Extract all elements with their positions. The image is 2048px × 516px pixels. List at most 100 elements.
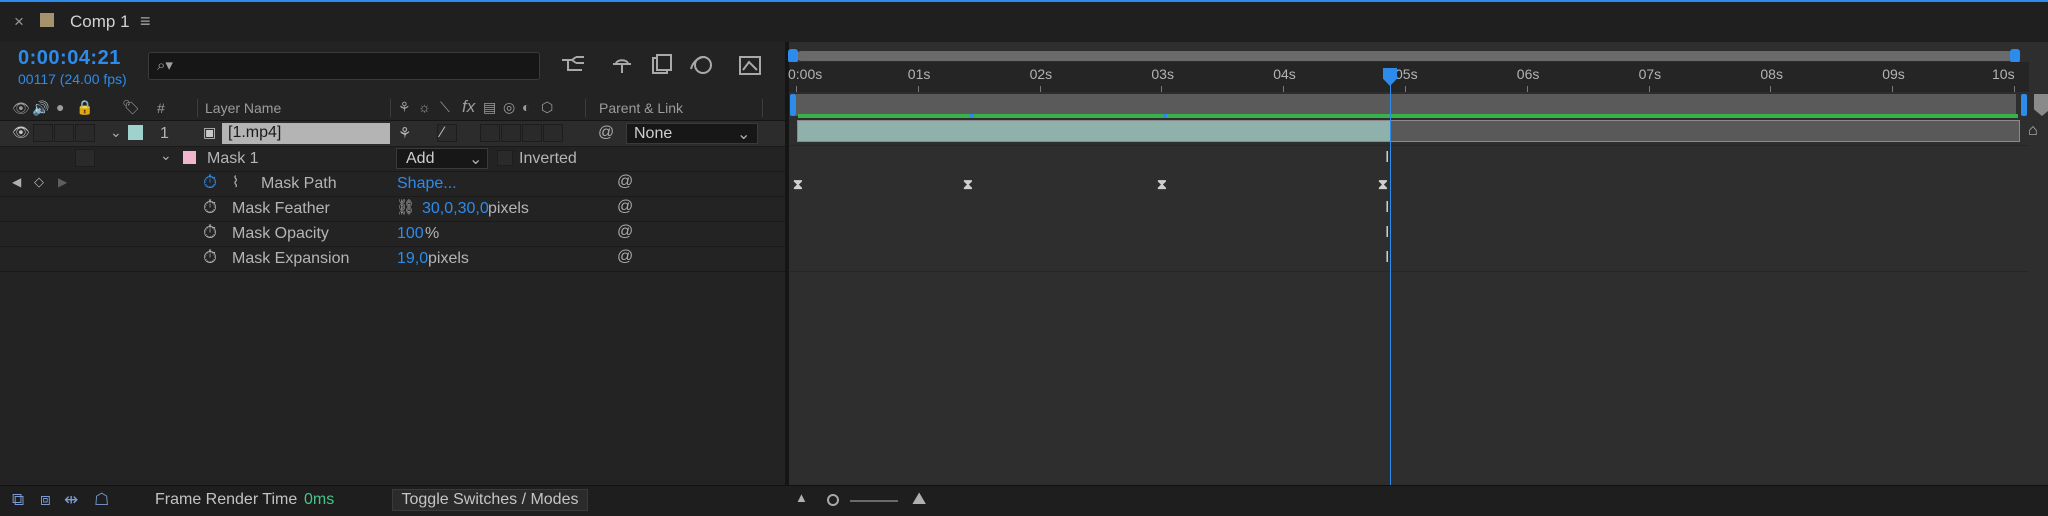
mask-path-value[interactable]: Shape...: [397, 175, 457, 193]
video-eye-icon[interactable]: 👁: [12, 100, 30, 117]
inverted-checkbox[interactable]: [497, 150, 513, 166]
pick-whip-spiral-icon[interactable]: @: [598, 124, 614, 142]
in-out-icon[interactable]: ⇹: [64, 490, 78, 510]
mask-expansion-value[interactable]: 19,0: [397, 250, 428, 268]
keyframe[interactable]: ⧗: [1378, 176, 1388, 193]
stopwatch-icon[interactable]: ⏱: [203, 222, 217, 243]
current-time-indicator-line[interactable]: [1390, 70, 1391, 485]
search-input[interactable]: ⌕▾: [148, 52, 540, 80]
mask-opacity-value[interactable]: 100: [397, 225, 424, 243]
comp-color-swatch: [40, 13, 54, 27]
mask-expansion-unit: pixels: [428, 250, 469, 267]
collapse-sun-icon[interactable]: ☼: [418, 99, 431, 115]
mask-feather-unit: pixels: [488, 200, 529, 217]
zoom-slider-track[interactable]: [850, 500, 898, 502]
motion-blur-icon[interactable]: [688, 53, 714, 77]
shy-layers-icon[interactable]: [610, 54, 634, 76]
ruler-tick-label: 08s: [1760, 66, 1783, 82]
comp-flowchart-icon[interactable]: [560, 54, 588, 76]
pick-whip-spiral-icon[interactable]: @: [617, 248, 633, 266]
mask-row[interactable]: [0, 146, 785, 172]
quality-switch[interactable]: ∕: [437, 124, 457, 142]
solo-dot-icon[interactable]: ●: [56, 99, 64, 115]
property-row-mask-path[interactable]: [0, 171, 785, 197]
time-navigator-end-handle[interactable]: [2010, 49, 2020, 63]
property-row-mask-opacity[interactable]: [0, 221, 785, 247]
mask-color-swatch[interactable]: [183, 151, 196, 164]
effects-fx-icon[interactable]: fx: [462, 97, 475, 117]
mask-mode-value: Add: [406, 150, 435, 167]
zoom-slider-knob[interactable]: [827, 494, 839, 506]
close-tab-icon[interactable]: ×: [14, 12, 24, 32]
property-label: Mask Expansion: [232, 250, 350, 267]
3d-layer-icon[interactable]: ⬡: [541, 99, 553, 116]
keyframe[interactable]: ⧗: [1157, 176, 1167, 193]
adjustment-layer-icon[interactable]: ◐: [522, 99, 530, 115]
lock-icon[interactable]: 🔒: [76, 99, 93, 116]
current-timecode[interactable]: 0:00:04:21: [18, 47, 121, 70]
pick-whip-spiral-icon[interactable]: @: [617, 173, 633, 191]
stopwatch-icon[interactable]: ⏱: [203, 247, 217, 268]
graph-icon[interactable]: ⌇: [232, 173, 239, 191]
motion-blur-switch-icon[interactable]: ◎: [503, 99, 515, 116]
motion-blur-switch[interactable]: [501, 124, 521, 142]
lock-switch[interactable]: [75, 124, 95, 142]
parent-select[interactable]: None ⌄: [626, 123, 758, 144]
frame-blending-icon[interactable]: [650, 53, 674, 77]
layer-name-field[interactable]: [1.mp4]: [222, 123, 390, 144]
add-keyframe-diamond-icon[interactable]: ◇: [34, 174, 44, 190]
mask-feather-value[interactable]: 30,0,30,0: [422, 200, 489, 218]
work-area-bar[interactable]: [796, 94, 2016, 116]
property-row-mask-feather[interactable]: [0, 196, 785, 222]
chevron-down-icon: ⌄: [737, 126, 751, 143]
property-row-mask-expansion[interactable]: [0, 246, 785, 272]
layer-label-color[interactable]: [128, 125, 143, 140]
pick-whip-spiral-icon[interactable]: @: [617, 198, 633, 216]
layer-switches-icon[interactable]: ⧉: [12, 490, 24, 510]
time-navigator-start-handle[interactable]: [788, 49, 798, 63]
render-time-icon[interactable]: ☖: [94, 490, 109, 510]
column-parent-link[interactable]: Parent & Link: [599, 100, 683, 116]
parent-select-value: None: [634, 125, 673, 142]
time-navigator-bar[interactable]: [796, 51, 2014, 61]
frame-blend-switch-icon[interactable]: ▤: [483, 99, 496, 116]
previous-keyframe-icon[interactable]: ◀: [12, 175, 21, 189]
transfer-controls-icon[interactable]: ⧈: [40, 490, 51, 510]
mask-twirl-chevron-icon[interactable]: ⌄: [160, 147, 172, 164]
layer-shy-switch-icon[interactable]: ⚘: [398, 124, 411, 142]
panel-menu-icon[interactable]: ≡: [140, 11, 151, 32]
mask-lock-switch[interactable]: [75, 149, 95, 167]
stopwatch-icon[interactable]: ⏱: [203, 197, 217, 218]
work-area-start-handle[interactable]: [790, 94, 796, 116]
zoom-out-icon[interactable]: ▲: [795, 490, 808, 505]
ruler-tick: [1770, 86, 1772, 92]
graph-editor-icon[interactable]: [737, 53, 763, 77]
quality-slash-icon[interactable]: ⟍: [440, 99, 450, 116]
pick-whip-spiral-icon[interactable]: @: [617, 223, 633, 241]
audio-switch[interactable]: [33, 124, 53, 142]
keyframe[interactable]: ⧗: [793, 176, 803, 193]
next-keyframe-icon[interactable]: ▶: [58, 175, 67, 189]
3d-switch[interactable]: [543, 124, 563, 142]
adjustment-switch[interactable]: [522, 124, 542, 142]
shy-switch-icon[interactable]: ⚘: [398, 99, 411, 116]
layer-rendered-bar[interactable]: [798, 121, 1390, 141]
constrain-link-icon[interactable]: ⛓: [396, 198, 415, 216]
work-area-end-handle[interactable]: [2021, 94, 2027, 116]
tab-comp-name[interactable]: Comp 1: [70, 12, 130, 32]
comp-button-icon[interactable]: ⌂: [2028, 122, 2038, 140]
solo-switch[interactable]: [54, 124, 74, 142]
twirl-down-chevron-icon[interactable]: ⌄: [110, 124, 122, 141]
mask-mode-select[interactable]: Add ⌄: [396, 148, 488, 169]
layer-visibility-eye-icon[interactable]: 👁: [12, 124, 30, 141]
mask-name[interactable]: Mask 1: [207, 150, 259, 168]
label-tag-icon[interactable]: 🏷: [122, 99, 140, 116]
keyframe[interactable]: ⧗: [963, 176, 973, 193]
property-label: Mask Feather: [232, 200, 330, 217]
stopwatch-active-icon[interactable]: ⏱: [203, 172, 217, 193]
audio-speaker-icon[interactable]: 🔊: [32, 100, 49, 117]
column-layer-name[interactable]: Layer Name: [205, 100, 281, 116]
toggle-switches-modes-button[interactable]: Toggle Switches / Modes: [392, 489, 588, 511]
zoom-in-icon[interactable]: ⛰: [912, 489, 926, 509]
frame-blend-switch[interactable]: [480, 124, 500, 142]
